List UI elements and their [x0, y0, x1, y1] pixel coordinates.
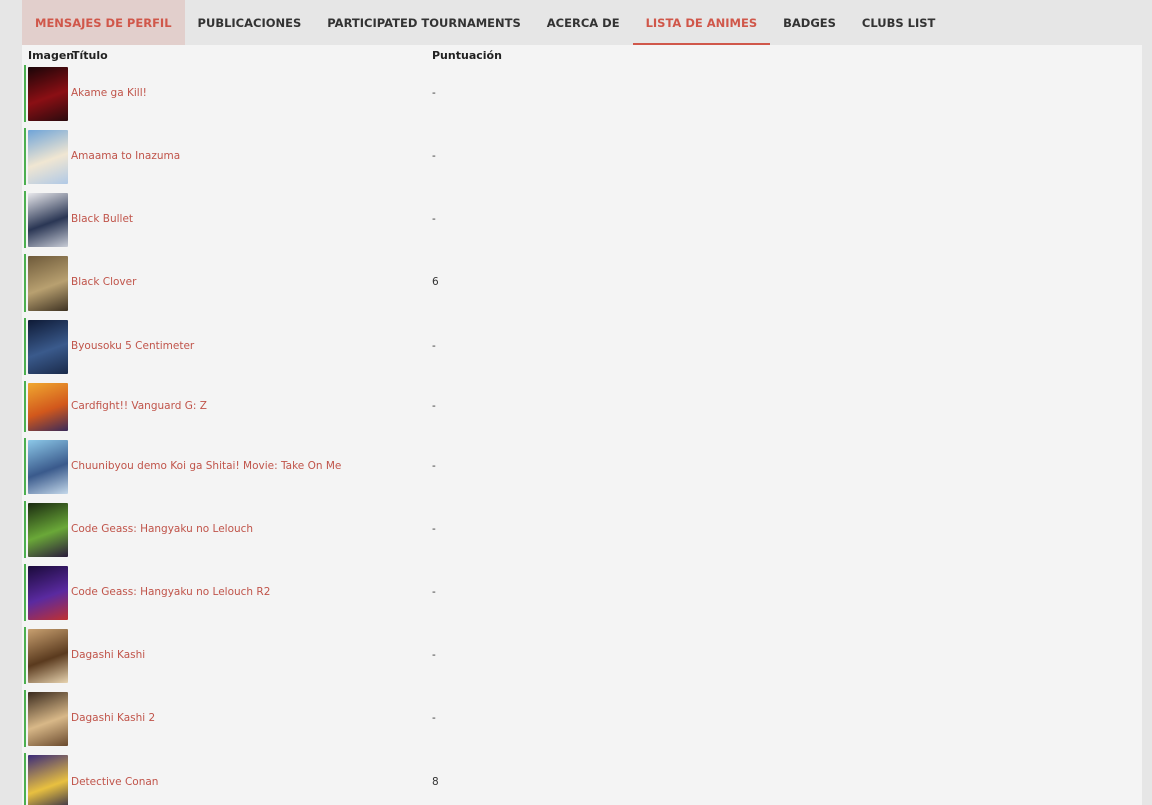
table-row: Cardfight!! Vanguard G: Z -: [24, 381, 1142, 432]
anime-cover-image[interactable]: [28, 320, 68, 374]
column-header-score: Puntuación: [432, 49, 502, 62]
anime-cover-image[interactable]: [28, 67, 68, 121]
anime-score: -: [432, 86, 436, 99]
anime-score: -: [432, 522, 436, 535]
tab-clubs-list[interactable]: CLUBS LIST: [849, 0, 948, 45]
anime-cover-image[interactable]: [28, 755, 68, 805]
table-row: Black Clover 6: [24, 254, 1142, 312]
table-header: Imagen Título Puntuación: [22, 45, 1142, 65]
anime-title-link[interactable]: Dagashi Kashi 2: [71, 712, 155, 724]
anime-cover-image[interactable]: [28, 130, 68, 184]
anime-title-link[interactable]: Cardfight!! Vanguard G: Z: [71, 400, 207, 412]
anime-cover-image[interactable]: [28, 692, 68, 746]
column-header-image: Imagen: [28, 49, 75, 62]
anime-title-link[interactable]: Chuunibyou demo Koi ga Shitai! Movie: Ta…: [71, 460, 341, 472]
anime-title-link[interactable]: Byousoku 5 Centimeter: [71, 340, 194, 352]
anime-cover-image[interactable]: [28, 503, 68, 557]
table-row: Detective Conan 8: [24, 753, 1142, 805]
anime-score: -: [432, 212, 436, 225]
anime-score: -: [432, 711, 436, 724]
anime-title-link[interactable]: Dagashi Kashi: [71, 649, 145, 661]
anime-cover-image[interactable]: [28, 256, 68, 311]
anime-score: -: [432, 339, 436, 352]
table-row: Black Bullet -: [24, 191, 1142, 248]
anime-cover-image[interactable]: [28, 629, 68, 683]
anime-score: -: [432, 149, 436, 162]
anime-title-link[interactable]: Amaama to Inazuma: [71, 150, 180, 162]
anime-cover-image[interactable]: [28, 383, 68, 431]
anime-title-link[interactable]: Black Bullet: [71, 213, 133, 225]
anime-score: -: [432, 648, 436, 661]
tab-about[interactable]: ACERCA DE: [534, 0, 633, 45]
table-row: Akame ga Kill! -: [24, 65, 1142, 122]
anime-list-panel: Imagen Título Puntuación Akame ga Kill! -…: [22, 45, 1142, 805]
table-row: Code Geass: Hangyaku no Lelouch -: [24, 501, 1142, 558]
tab-badges[interactable]: BADGES: [770, 0, 849, 45]
anime-title-link[interactable]: Code Geass: Hangyaku no Lelouch R2: [71, 586, 270, 598]
anime-title-link[interactable]: Akame ga Kill!: [71, 87, 147, 99]
anime-cover-image[interactable]: [28, 193, 68, 247]
anime-cover-image[interactable]: [28, 440, 68, 494]
anime-title-link[interactable]: Black Clover: [71, 276, 136, 288]
anime-score: -: [432, 585, 436, 598]
anime-title-link[interactable]: Code Geass: Hangyaku no Lelouch: [71, 523, 253, 535]
table-row: Byousoku 5 Centimeter -: [24, 318, 1142, 375]
column-header-title: Título: [72, 49, 108, 62]
tab-anime-list[interactable]: LISTA DE ANIMES: [632, 0, 771, 45]
anime-cover-image[interactable]: [28, 566, 68, 620]
anime-score: -: [432, 399, 436, 412]
anime-score: -: [432, 459, 436, 472]
table-row: Code Geass: Hangyaku no Lelouch R2 -: [24, 564, 1142, 621]
anime-title-link[interactable]: Detective Conan: [71, 776, 158, 788]
tab-participated-tournaments[interactable]: PARTICIPATED TOURNAMENTS: [314, 0, 533, 45]
anime-score: 6: [432, 276, 439, 288]
profile-tabs: MENSAJES DE PERFIL PUBLICACIONES PARTICI…: [22, 0, 1142, 45]
table-row: Dagashi Kashi -: [24, 627, 1142, 684]
tab-publications[interactable]: PUBLICACIONES: [185, 0, 315, 45]
table-row: Chuunibyou demo Koi ga Shitai! Movie: Ta…: [24, 438, 1142, 495]
table-row: Amaama to Inazuma -: [24, 128, 1142, 185]
table-row: Dagashi Kashi 2 -: [24, 690, 1142, 747]
anime-score: 8: [432, 776, 439, 788]
tab-profile-messages[interactable]: MENSAJES DE PERFIL: [22, 0, 185, 45]
